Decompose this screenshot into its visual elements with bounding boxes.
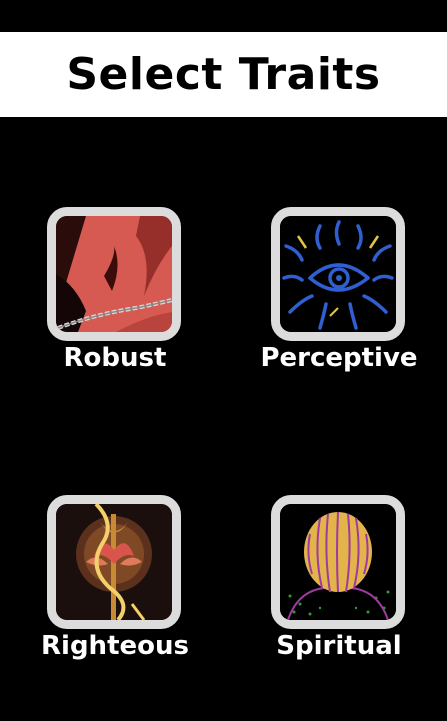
trait-image-robust[interactable]: [47, 207, 181, 341]
blue-eye-artwork: [280, 216, 396, 332]
header-bar: Select Traits: [0, 32, 447, 117]
trait-image-spiritual[interactable]: [271, 495, 405, 629]
lotus-trident-artwork: [56, 504, 172, 620]
trait-image-righteous[interactable]: [47, 495, 181, 629]
trait-option-spiritual[interactable]: Spiritual: [224, 495, 405, 680]
trait-option-perceptive[interactable]: Perceptive: [224, 207, 418, 392]
red-torso-chain-artwork: [56, 216, 172, 332]
trait-image-perceptive[interactable]: [271, 207, 405, 341]
trait-option-righteous[interactable]: Righteous: [0, 495, 189, 680]
page-title: Select Traits: [66, 49, 381, 100]
golden-head-artwork: [280, 504, 396, 620]
trait-label-righteous: Righteous: [41, 631, 189, 661]
trait-label-perceptive: Perceptive: [260, 343, 418, 373]
trait-option-robust[interactable]: Robust: [0, 207, 181, 392]
trait-label-spiritual: Spiritual: [276, 631, 402, 661]
trait-label-robust: Robust: [63, 343, 167, 373]
